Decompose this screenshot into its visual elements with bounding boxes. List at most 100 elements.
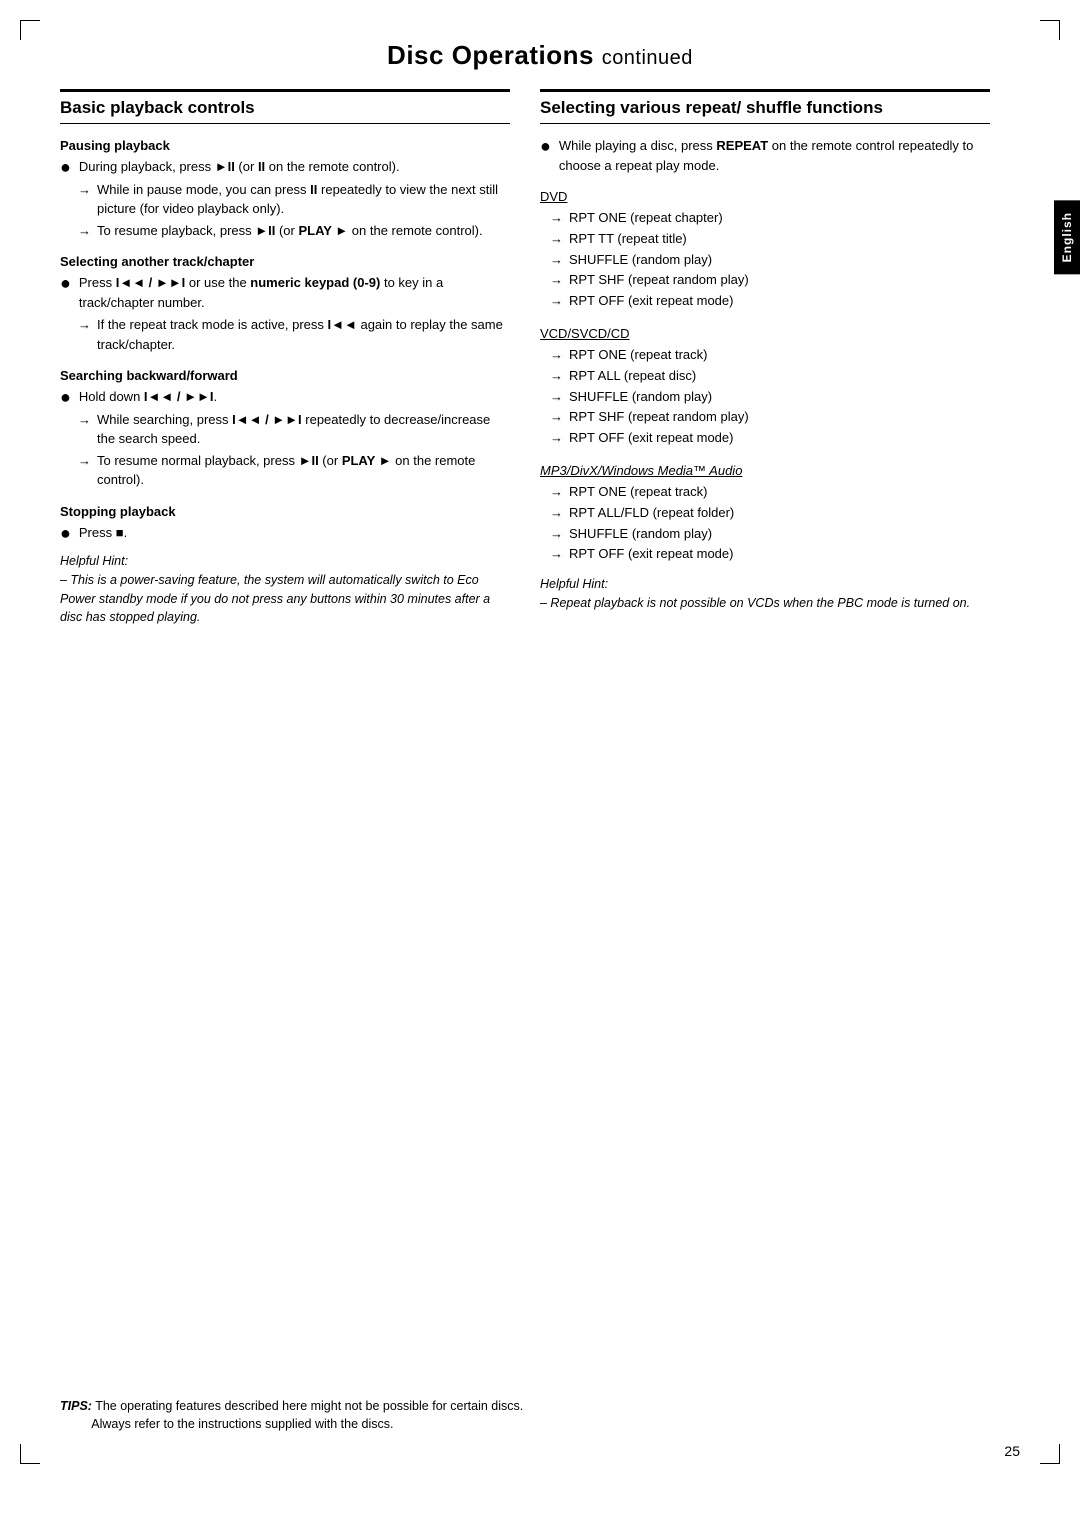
arrow-symbol: → bbox=[550, 366, 563, 387]
arrow-selecting-1-text: If the repeat track mode is active, pres… bbox=[97, 315, 510, 354]
subsection-pausing-title: Pausing playback bbox=[60, 138, 510, 153]
bullet-dot: ● bbox=[60, 524, 71, 542]
tips-section: TIPS: The operating features described h… bbox=[60, 1397, 1020, 1435]
arrow-symbol: → bbox=[78, 410, 91, 430]
content-columns: Basic playback controls Pausing playback… bbox=[60, 89, 1020, 627]
rpt-item-text: RPT SHF (repeat random play) bbox=[569, 270, 749, 291]
page-title-suffix: continued bbox=[602, 47, 693, 69]
bullet-dot: ● bbox=[540, 137, 551, 155]
rpt-item-text: SHUFFLE (random play) bbox=[569, 524, 712, 545]
rpt-item-text: RPT ONE (repeat track) bbox=[569, 482, 707, 503]
subsection-selecting-title: Selecting another track/chapter bbox=[60, 254, 510, 269]
arrow-symbol: → bbox=[550, 345, 563, 366]
rpt-item-text: RPT TT (repeat title) bbox=[569, 229, 687, 250]
page-title-main: Disc Operations bbox=[387, 40, 594, 70]
subsection-searching-title: Searching backward/forward bbox=[60, 368, 510, 383]
bullet-dot: ● bbox=[60, 274, 71, 292]
arrow-symbol: → bbox=[550, 482, 563, 503]
corner-mark-br bbox=[1040, 1444, 1060, 1464]
list-item: → RPT OFF (exit repeat mode) bbox=[550, 428, 990, 449]
arrow-symbol: → bbox=[78, 315, 91, 335]
rpt-item-text: RPT OFF (exit repeat mode) bbox=[569, 428, 733, 449]
group-mp3-label: MP3/DivX/Windows Media™ Audio bbox=[540, 463, 990, 478]
arrow-pause-1: → While in pause mode, you can press II … bbox=[78, 180, 510, 219]
bullet-searching-text: Hold down I◄◄ / ►►I. bbox=[79, 387, 217, 407]
bullet-stopping: ● Press ■. bbox=[60, 523, 510, 543]
bullet-stopping-text: Press ■. bbox=[79, 523, 127, 543]
right-column: Selecting various repeat/ shuffle functi… bbox=[540, 89, 1020, 627]
list-item: →SHUFFLE (random play) bbox=[550, 250, 990, 271]
rpt-item-text: RPT ONE (repeat track) bbox=[569, 345, 707, 366]
arrow-symbol: → bbox=[78, 180, 91, 200]
rpt-item-text: SHUFFLE (random play) bbox=[569, 387, 712, 408]
list-item: → RPT OFF (exit repeat mode) bbox=[550, 544, 990, 565]
list-item: → SHUFFLE (random play) bbox=[550, 387, 990, 408]
arrow-symbol: → bbox=[550, 544, 563, 565]
arrow-pause-1-text: While in pause mode, you can press II re… bbox=[97, 180, 510, 219]
page: English Disc Operations continued Basic … bbox=[0, 0, 1080, 1524]
arrow-pause-2: → To resume playback, press ►II (or PLAY… bbox=[78, 221, 510, 241]
arrow-symbol: → bbox=[550, 387, 563, 408]
arrow-searching-2-text: To resume normal playback, press ►II (or… bbox=[97, 451, 510, 490]
arrow-symbol: → bbox=[550, 524, 563, 545]
arrow-searching-2: → To resume normal playback, press ►II (… bbox=[78, 451, 510, 490]
list-item: → RPT OFF (exit repeat mode) bbox=[550, 291, 990, 312]
list-item: → RPT SHF (repeat random play) bbox=[550, 407, 990, 428]
helpful-hint-right-text: – Repeat playback is not possible on VCD… bbox=[540, 596, 970, 610]
helpful-hint-left-text: – This is a power-saving feature, the sy… bbox=[60, 573, 490, 625]
right-section-title: Selecting various repeat/ shuffle functi… bbox=[540, 89, 990, 124]
rpt-list-mp3: → RPT ONE (repeat track) → RPT ALL/FLD (re… bbox=[550, 482, 990, 565]
rpt-item-text: RPT OFF (exit repeat mode) bbox=[569, 291, 733, 312]
helpful-hint-left-title: Helpful Hint: bbox=[60, 554, 128, 568]
list-item: → RPT ALL (repeat disc) bbox=[550, 366, 990, 387]
list-item: → RPT ONE (repeat track) bbox=[550, 482, 990, 503]
arrow-symbol: → bbox=[550, 250, 563, 271]
arrow-symbol: → bbox=[550, 407, 563, 428]
bullet-repeat-intro: ● While playing a disc, press REPEAT on … bbox=[540, 136, 990, 175]
arrow-symbol: → bbox=[550, 428, 563, 449]
bullet-dot: ● bbox=[60, 158, 71, 176]
helpful-hint-left: Helpful Hint: – This is a power-saving f… bbox=[60, 552, 510, 627]
subsection-stopping-title: Stopping playback bbox=[60, 504, 510, 519]
rpt-item-text: RPT SHF (repeat random play) bbox=[569, 407, 749, 428]
list-item: → RPT TT (repeat title) bbox=[550, 229, 990, 250]
bullet-dot: ● bbox=[60, 388, 71, 406]
arrow-symbol: → bbox=[78, 451, 91, 471]
language-tab: English bbox=[1054, 200, 1080, 274]
list-item: → RPT ONE (repeat track) bbox=[550, 345, 990, 366]
corner-mark-bl bbox=[20, 1444, 40, 1464]
tips-text: The operating features described here mi… bbox=[60, 1399, 523, 1432]
list-item: → RPT ONE (repeat chapter) bbox=[550, 208, 990, 229]
rpt-item-text: RPT ALL (repeat disc) bbox=[569, 366, 696, 387]
bullet-selecting-text: Press I◄◄ / ►►I or use the numeric keypa… bbox=[79, 273, 510, 312]
bullet-searching: ● Hold down I◄◄ / ►►I. bbox=[60, 387, 510, 407]
bullet-pausing-text: During playback, press ►II (or II on the… bbox=[79, 157, 400, 177]
group-dvd-label: DVD bbox=[540, 189, 990, 204]
list-item: → RPT ALL/FLD (repeat folder) bbox=[550, 503, 990, 524]
arrow-symbol: → bbox=[550, 229, 563, 250]
arrow-searching-1-text: While searching, press I◄◄ / ►►I repeate… bbox=[97, 410, 510, 449]
arrow-symbol: → bbox=[550, 503, 563, 524]
arrow-symbol: → bbox=[550, 270, 563, 291]
arrow-symbol: → bbox=[550, 291, 563, 312]
bullet-pausing: ● During playback, press ►II (or II on t… bbox=[60, 157, 510, 177]
list-item: → SHUFFLE (random play) bbox=[550, 524, 990, 545]
list-item: → RPT SHF (repeat random play) bbox=[550, 270, 990, 291]
arrow-searching-1: → While searching, press I◄◄ / ►►I repea… bbox=[78, 410, 510, 449]
arrow-selecting-1: → If the repeat track mode is active, pr… bbox=[78, 315, 510, 354]
arrow-symbol: → bbox=[550, 208, 563, 229]
page-number: 25 bbox=[1004, 1443, 1020, 1459]
left-section-title: Basic playback controls bbox=[60, 89, 510, 124]
helpful-hint-right-title: Helpful Hint: bbox=[540, 577, 608, 591]
rpt-item-text: RPT ALL/FLD (repeat folder) bbox=[569, 503, 734, 524]
arrow-symbol: → bbox=[78, 221, 91, 241]
left-column: Basic playback controls Pausing playback… bbox=[60, 89, 510, 627]
helpful-hint-right: Helpful Hint: – Repeat playback is not p… bbox=[540, 575, 990, 613]
rpt-item-text: RPT ONE (repeat chapter) bbox=[569, 208, 723, 229]
rpt-list-vcd: → RPT ONE (repeat track) → RPT ALL (repeat… bbox=[550, 345, 990, 449]
rpt-item-text: RPT OFF (exit repeat mode) bbox=[569, 544, 733, 565]
corner-mark-tr bbox=[1040, 20, 1060, 40]
page-title: Disc Operations continued bbox=[60, 40, 1020, 71]
group-vcd-label: VCD/SVCD/CD bbox=[540, 326, 990, 341]
rpt-list-dvd: → RPT ONE (repeat chapter) → RPT TT (repea… bbox=[550, 208, 990, 312]
